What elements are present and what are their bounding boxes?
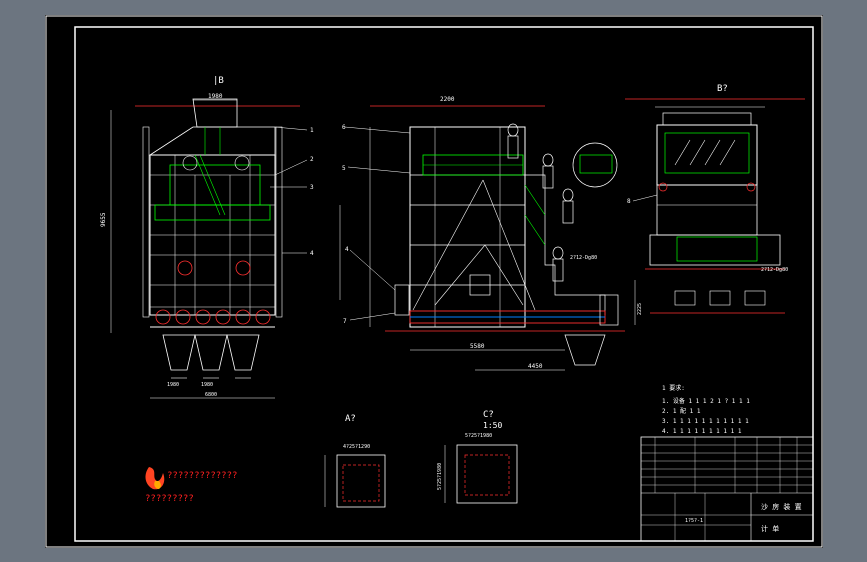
notes-title: 1 要求: — [662, 384, 685, 392]
view-label-b: |B — [213, 76, 224, 86]
detail-c-dim: 5?25?1980 — [465, 433, 492, 439]
detail-a: A? 4?25?1290 — [324, 414, 386, 508]
dim-mid-bottom-b: 4450 — [528, 363, 543, 370]
nozzle-label-a: 2?12-Dg80 — [570, 255, 597, 261]
detail-a-label: A? — [345, 414, 356, 424]
side-view: 2200 5580 4450 2225 6 5 4 7 2?12-Dg80 — [339, 96, 643, 371]
notes-line-1: 1. 设备 1 1 1 2 1 ? 1 1 1 — [662, 397, 750, 405]
callout-4: 4 — [310, 250, 314, 257]
logo-text-line1: ????????????? — [167, 471, 237, 481]
parts-table: 沙 房 装 置 计 单 1?5?-1 — [640, 436, 814, 542]
callout-8: 8 — [627, 198, 631, 205]
detail-c-scale: 1:50 — [483, 421, 502, 430]
view-label-right: B? — [717, 84, 728, 94]
title-block-name: 沙 房 装 置 — [761, 502, 802, 511]
callout-2: 2 — [310, 156, 314, 163]
dim-left-bottom-total: 6800 — [205, 392, 217, 398]
detail-a-dim: 4?25?1290 — [343, 444, 370, 450]
notes-line-4: 4. 1 1 1 1 1 1 1 1 1 1 — [662, 428, 742, 435]
dim-left-height: 9655 — [100, 212, 107, 227]
callout-7: 7 — [343, 318, 347, 325]
right-view: B? 8 2?12-Dg80 — [625, 84, 805, 314]
callout-4b: 4 — [345, 246, 349, 253]
detail-c: C? 1:50 5?25?1980 5?25?1980 — [437, 410, 518, 504]
front-view: |B 1980 1980 1980 6800 9655 1 2 3 4 — [100, 76, 314, 399]
callout-6: 6 — [342, 124, 346, 131]
callout-3: 3 — [310, 184, 314, 191]
dim-left-bottom-a: 1980 — [167, 382, 179, 388]
callout-1: 1 — [310, 127, 314, 134]
drawing-sheet: |B 1980 1980 1980 6800 9655 1 2 3 4 2200… — [45, 15, 823, 548]
callout-5: 5 — [342, 165, 346, 172]
title-block-code: 1?5?-1 — [685, 518, 703, 524]
company-logo: ????????????? ????????? — [145, 467, 237, 504]
notes-line-2: 2. 1 配 1 1 — [662, 408, 701, 415]
inner-border — [74, 26, 814, 542]
detail-c-side: 5?25?1980 — [437, 463, 443, 490]
dim-mid-right: 2225 — [637, 303, 643, 315]
dim-mid-top: 2200 — [440, 96, 455, 103]
detail-c-label: C? — [483, 410, 494, 420]
dim-mid-bottom-a: 5580 — [470, 343, 485, 350]
nozzle-label-b: 2?12-Dg80 — [761, 267, 788, 273]
notes-line-3: 3. 1 1 1 1 1 1 1 1 1 1 1 — [662, 418, 749, 425]
technical-notes: 1 要求: 1. 设备 1 1 1 2 1 ? 1 1 1 2. 1 配 1 1… — [662, 384, 750, 435]
cad-drawing: |B 1980 1980 1980 6800 9655 1 2 3 4 2200… — [45, 15, 823, 548]
logo-text-line2: ????????? — [145, 494, 194, 504]
dim-left-bottom-b: 1980 — [201, 382, 213, 388]
title-block-sub: 计 单 — [761, 524, 779, 533]
